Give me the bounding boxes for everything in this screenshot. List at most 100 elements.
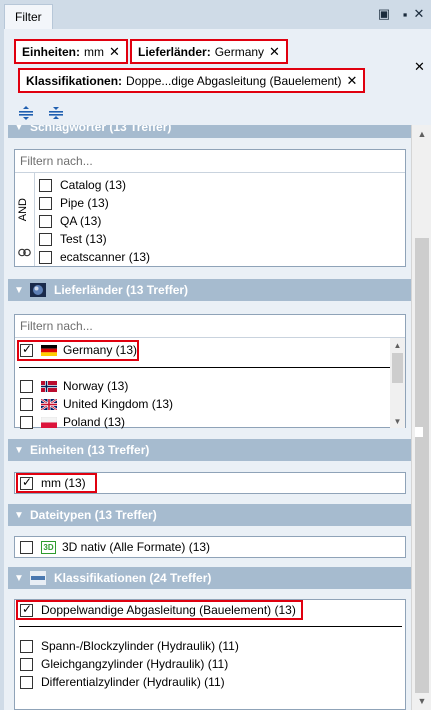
checkbox-checked[interactable] — [20, 475, 33, 490]
globe-icon — [30, 283, 46, 297]
list-item[interactable]: Test (13) — [39, 230, 107, 248]
list-item[interactable]: Gleichgangzylinder (Hydraulik) (11) — [20, 655, 228, 673]
chip-key: Klassifikationen: — [26, 73, 123, 88]
section-title: Einheiten (13 Treffer) — [30, 443, 150, 457]
section-header-units[interactable]: ▼ Einheiten (13 Treffer) — [8, 439, 411, 461]
and-label: AND — [17, 198, 29, 222]
scroll-up-icon[interactable]: ▲ — [390, 338, 405, 352]
scroll-grip — [415, 427, 423, 437]
checkbox[interactable] — [20, 415, 33, 429]
list-item[interactable]: Norway (13) — [20, 377, 128, 395]
tab-filter-label: Filter — [15, 10, 42, 24]
item-label: Doppelwandige Abgasleitung (Bauelement) … — [41, 603, 296, 617]
chip-value: Germany — [214, 44, 265, 59]
divider — [19, 367, 390, 368]
list-item[interactable]: Poland (13) — [20, 413, 125, 431]
section-title: Dateitypen (13 Treffer) — [30, 508, 157, 522]
link-icon — [18, 248, 31, 257]
scroll-down-icon[interactable]: ▼ — [412, 692, 431, 710]
item-label: United Kingdom (13) — [63, 397, 174, 411]
list-item[interactable]: QA (13) — [39, 212, 101, 230]
chevron-down-icon: ▼ — [14, 284, 24, 296]
divider — [19, 626, 402, 627]
list-item[interactable]: Pipe (13) — [39, 194, 109, 212]
checkbox[interactable] — [39, 214, 52, 228]
list-item[interactable]: ecatscanner (13) — [39, 248, 150, 266]
filter-list-panel: ▼ Schlagwörter (13 Treffer) Filtern nach… — [4, 125, 411, 710]
keywords-box: Filtern nach... AND Catalog (13) Pipe (1… — [14, 149, 406, 267]
item-label: 3D nativ (Alle Formate) (13) — [62, 540, 211, 554]
active-filter-chip-units[interactable]: Einheiten: mm ✕ — [14, 39, 128, 64]
checkbox[interactable] — [20, 397, 33, 411]
filetypes-box: 3D 3D nativ (Alle Formate) (13) — [14, 536, 406, 558]
flag-uk-icon — [41, 398, 57, 410]
section-header-keywords[interactable]: ▼ Schlagwörter (13 Treffer) — [8, 125, 411, 138]
checkbox-checked[interactable] — [20, 342, 33, 357]
chevron-down-icon: ▼ — [14, 572, 24, 584]
list-item[interactable]: Spann-/Blockzylinder (Hydraulik) (11) — [20, 637, 239, 655]
checkbox[interactable] — [20, 540, 33, 554]
main-scrollbar[interactable]: ▲ ▼ — [411, 125, 431, 710]
list-item-selected[interactable]: Germany (13) — [20, 341, 137, 359]
chevron-down-icon: ▼ — [14, 509, 24, 521]
section-header-classifications[interactable]: ▼ Klassifikationen (24 Treffer) — [8, 567, 411, 589]
checkbox[interactable] — [39, 178, 52, 192]
3d-badge-icon: 3D — [41, 540, 56, 554]
flag-poland-icon — [41, 416, 57, 428]
list-item[interactable]: Catalog (13) — [39, 176, 126, 194]
checkbox[interactable] — [20, 639, 33, 653]
section-title: Lieferländer (13 Treffer) — [54, 283, 189, 297]
item-label: Spann-/Blockzylinder (Hydraulik) (11) — [41, 639, 239, 653]
section-header-filetypes[interactable]: ▼ Dateitypen (13 Treffer) — [8, 504, 411, 526]
tab-filter[interactable]: Filter — [4, 4, 53, 29]
item-label: ecatscanner (13) — [60, 250, 151, 264]
and-toggle[interactable]: AND — [15, 173, 35, 266]
list-item[interactable]: 3D 3D nativ (Alle Formate) (13) — [20, 538, 210, 556]
section-header-countries[interactable]: ▼ Lieferländer (13 Treffer) — [8, 279, 411, 301]
list-item-selected[interactable]: mm (13) — [20, 474, 86, 492]
expand-all-icon[interactable] — [18, 105, 34, 121]
flag-norway-icon — [41, 380, 57, 392]
toolbar — [4, 101, 431, 125]
list-item-selected[interactable]: Doppelwandige Abgasleitung (Bauelement) … — [20, 601, 296, 619]
inner-scroll-thumb[interactable] — [392, 353, 403, 383]
close-icon[interactable]: ✕ — [411, 6, 427, 22]
units-box: mm (13) — [14, 472, 406, 494]
chip-key: Lieferländer: — [138, 44, 211, 59]
checkbox[interactable] — [39, 250, 52, 264]
collapse-all-icon[interactable] — [48, 105, 64, 121]
keywords-filter-input[interactable]: Filtern nach... — [15, 150, 405, 173]
scroll-thumb[interactable] — [415, 238, 429, 693]
item-label: Test (13) — [60, 232, 107, 246]
checkbox-checked[interactable] — [20, 602, 33, 617]
item-label: Pipe (13) — [60, 196, 109, 210]
chip-remove-icon[interactable]: ✕ — [269, 44, 280, 60]
chip-key: Einheiten: — [22, 44, 81, 59]
active-filter-bar: Einheiten: mm ✕ Lieferländer: Germany ✕ … — [4, 29, 431, 101]
countries-filter-input[interactable]: Filtern nach... — [15, 315, 405, 338]
chip-value: Doppe...dige Abgasleitung (Bauelement) — [126, 73, 342, 88]
active-filter-chip-classifications[interactable]: Klassifikationen: Doppe...dige Abgasleit… — [18, 68, 366, 93]
item-label: mm (13) — [41, 476, 86, 490]
checkbox[interactable] — [20, 675, 33, 689]
clear-filters-icon[interactable]: ✕ — [414, 59, 425, 75]
checkbox[interactable] — [20, 657, 33, 671]
chip-value: mm — [84, 44, 105, 59]
countries-box: Filtern nach... Germany (13) Norway (13)… — [14, 314, 406, 431]
section-title: Schlagwörter (13 Treffer) — [30, 125, 172, 134]
scroll-down-icon[interactable]: ▼ — [390, 414, 405, 428]
chip-remove-icon[interactable]: ✕ — [347, 73, 358, 89]
list-item[interactable]: United Kingdom (13) — [20, 395, 173, 413]
item-label: Differentialzylinder (Hydraulik) (11) — [41, 675, 225, 689]
list-item[interactable]: Differentialzylinder (Hydraulik) (11) — [20, 673, 225, 691]
item-label: Catalog (13) — [60, 178, 127, 192]
pin-icon[interactable]: ▣ — [376, 6, 392, 22]
checkbox[interactable] — [39, 232, 52, 246]
item-label: Poland (13) — [63, 415, 126, 429]
active-filter-chip-countries[interactable]: Lieferländer: Germany ✕ — [130, 39, 288, 64]
inner-scrollbar[interactable]: ▲ ▼ — [390, 338, 405, 428]
checkbox[interactable] — [39, 196, 52, 210]
checkbox[interactable] — [20, 379, 33, 393]
scroll-up-icon[interactable]: ▲ — [412, 125, 431, 143]
chip-remove-icon[interactable]: ✕ — [109, 44, 120, 60]
